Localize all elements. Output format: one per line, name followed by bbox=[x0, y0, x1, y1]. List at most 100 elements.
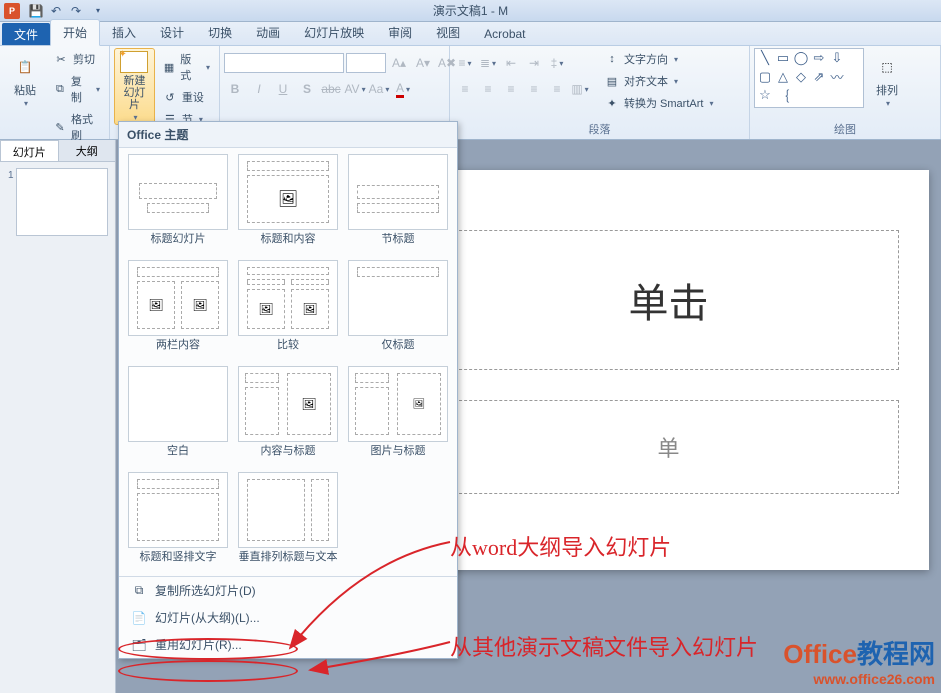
strike-button[interactable]: abc bbox=[320, 78, 342, 100]
slide-number: 1 bbox=[8, 170, 14, 181]
shape-diamond-icon[interactable]: ◇ bbox=[793, 70, 809, 84]
annotation-text-2: 从其他演示文稿文件导入幻灯片 bbox=[450, 630, 758, 662]
shape-curve-icon[interactable]: 〰 bbox=[829, 70, 845, 84]
shape-arrowdown-icon[interactable]: ⇩ bbox=[829, 51, 845, 65]
shadow-button[interactable]: S bbox=[296, 78, 318, 100]
cut-button[interactable]: ✂剪切 bbox=[48, 48, 105, 70]
font-color-icon[interactable]: A▾ bbox=[392, 78, 414, 100]
layout-content-caption[interactable]: 🖼 内容与标题 bbox=[235, 366, 341, 468]
quick-access-toolbar: 💾 ↶ ↷ ▾ bbox=[28, 3, 106, 19]
text-direction-icon: ↕ bbox=[604, 51, 620, 67]
shape-brace-icon[interactable]: ｛ bbox=[775, 88, 791, 102]
title-placeholder[interactable]: 单击 bbox=[439, 230, 899, 370]
group-clipboard: 📋 粘贴 ▾ ✂剪切 ⧉复制▾ ✎格式刷 剪贴板 bbox=[0, 46, 110, 139]
justify-icon[interactable]: ≡ bbox=[523, 78, 545, 100]
group-paragraph: ≡▾ ≣▾ ⇤ ⇥ ‡▾ ≡ ≡ ≡ ≡ ≡ ▥▾ ↕文字方向▾ ▤对齐文本▾ bbox=[450, 46, 750, 139]
shape-arrow-icon[interactable]: ⇨ bbox=[811, 51, 827, 65]
layout-vertical-title-text[interactable]: 垂直排列标题与文本 bbox=[235, 472, 341, 574]
tab-review[interactable]: 审阅 bbox=[376, 20, 424, 45]
italic-button[interactable]: I bbox=[248, 78, 270, 100]
distribute-icon[interactable]: ≡ bbox=[546, 78, 568, 100]
tab-acrobat[interactable]: Acrobat bbox=[472, 23, 537, 45]
slide[interactable]: 单击 单 bbox=[409, 170, 929, 570]
slides-tab[interactable]: 幻灯片 bbox=[0, 140, 59, 161]
layout-title-slide[interactable]: 标题幻灯片 bbox=[125, 154, 231, 256]
shape-oval-icon[interactable]: ◯ bbox=[793, 51, 809, 65]
font-family-combo[interactable] bbox=[224, 53, 344, 73]
tab-transitions[interactable]: 切换 bbox=[196, 20, 244, 45]
line-spacing-icon[interactable]: ‡▾ bbox=[546, 52, 568, 74]
layout-title-content[interactable]: 🖼 标题和内容 bbox=[235, 154, 341, 256]
smartart-button[interactable]: ✦转换为 SmartArt▾ bbox=[599, 92, 718, 114]
smartart-icon: ✦ bbox=[604, 95, 620, 111]
align-right-icon[interactable]: ≡ bbox=[500, 78, 522, 100]
change-case-icon[interactable]: Aa▾ bbox=[368, 78, 390, 100]
qat-dropdown-icon[interactable]: ▾ bbox=[90, 3, 106, 19]
tab-file[interactable]: 文件 bbox=[2, 23, 50, 45]
grow-font-icon[interactable]: A▴ bbox=[388, 52, 410, 74]
redo-icon[interactable]: ↷ bbox=[68, 3, 84, 19]
shape-triangle-icon[interactable]: △ bbox=[775, 70, 791, 84]
outline-icon: 📄 bbox=[131, 610, 147, 626]
tab-view[interactable]: 视图 bbox=[424, 20, 472, 45]
columns-icon[interactable]: ▥▾ bbox=[569, 78, 591, 100]
layout-title-vertical-text[interactable]: 标题和竖排文字 bbox=[125, 472, 231, 574]
cut-icon: ✂ bbox=[53, 51, 69, 67]
slides-panel: 幻灯片 大纲 1 bbox=[0, 140, 116, 693]
bullets-icon[interactable]: ≡▾ bbox=[454, 52, 476, 74]
copy-button[interactable]: ⧉复制▾ bbox=[48, 70, 105, 108]
align-text-button[interactable]: ▤对齐文本▾ bbox=[599, 70, 718, 92]
copy-icon: ⧉ bbox=[53, 81, 67, 97]
layout-comparison[interactable]: 🖼🖼 比较 bbox=[235, 260, 341, 362]
shape-arrow2-icon[interactable]: ⇗ bbox=[811, 70, 827, 84]
shrink-font-icon[interactable]: A▾ bbox=[412, 52, 434, 74]
outline-tab[interactable]: 大纲 bbox=[59, 140, 116, 161]
app-icon: P bbox=[4, 3, 20, 19]
reset-icon: ↺ bbox=[162, 89, 178, 105]
annotation-text-1: 从word大纲导入幻灯片 bbox=[450, 530, 671, 562]
char-spacing-icon[interactable]: AV▾ bbox=[344, 78, 366, 100]
layout-blank[interactable]: 空白 bbox=[125, 366, 231, 468]
tab-animations[interactable]: 动画 bbox=[244, 20, 292, 45]
arrange-button[interactable]: ⬚ 排列 ▾ bbox=[866, 48, 908, 111]
watermark: Office教程网 www.office26.com bbox=[783, 634, 935, 687]
layout-title-only[interactable]: 仅标题 bbox=[345, 260, 451, 362]
layout-picture-caption[interactable]: 🖼 图片与标题 bbox=[345, 366, 451, 468]
gallery-header: Office 主题 bbox=[119, 122, 457, 148]
shape-line-icon[interactable]: ╲ bbox=[757, 51, 773, 65]
shape-star-icon[interactable]: ☆ bbox=[757, 88, 773, 102]
undo-icon[interactable]: ↶ bbox=[48, 3, 64, 19]
reset-button[interactable]: ↺重设 bbox=[157, 86, 215, 108]
shape-rect-icon[interactable]: ▭ bbox=[775, 51, 791, 65]
underline-button[interactable]: U bbox=[272, 78, 294, 100]
new-slide-button[interactable]: ✦ 新建 幻灯片 ▾ bbox=[114, 48, 155, 125]
layout-button[interactable]: ▦版式▾ bbox=[157, 48, 215, 86]
slides-from-outline-item[interactable]: 📄幻灯片(从大纲)(L)... bbox=[119, 604, 457, 631]
layout-icon: ▦ bbox=[162, 59, 176, 75]
align-left-icon[interactable]: ≡ bbox=[454, 78, 476, 100]
tab-slideshow[interactable]: 幻灯片放映 bbox=[292, 20, 376, 45]
shapes-gallery[interactable]: ╲ ▭ ◯ ⇨ ⇩ ▢ △ ◇ ⇗ 〰 ☆ ｛ bbox=[754, 48, 864, 108]
increase-indent-icon[interactable]: ⇥ bbox=[523, 52, 545, 74]
decrease-indent-icon[interactable]: ⇤ bbox=[500, 52, 522, 74]
layout-two-content[interactable]: 🖼🖼 两栏内容 bbox=[125, 260, 231, 362]
tab-home[interactable]: 开始 bbox=[50, 19, 100, 46]
tab-insert[interactable]: 插入 bbox=[100, 20, 148, 45]
group-label-drawing: 绘图 bbox=[754, 119, 936, 139]
paste-button[interactable]: 📋 粘贴 ▾ bbox=[4, 48, 46, 111]
brush-icon: ✎ bbox=[53, 119, 67, 135]
save-icon[interactable]: 💾 bbox=[28, 3, 44, 19]
bold-button[interactable]: B bbox=[224, 78, 246, 100]
shape-rrect-icon[interactable]: ▢ bbox=[757, 70, 773, 84]
slide-thumbnail[interactable] bbox=[16, 168, 108, 236]
duplicate-slides-item[interactable]: ⧉复制所选幻灯片(D) bbox=[119, 577, 457, 604]
align-center-icon[interactable]: ≡ bbox=[477, 78, 499, 100]
tab-design[interactable]: 设计 bbox=[148, 20, 196, 45]
text-direction-button[interactable]: ↕文字方向▾ bbox=[599, 48, 718, 70]
arrange-icon: ⬚ bbox=[871, 51, 903, 83]
layout-section-header[interactable]: 节标题 bbox=[345, 154, 451, 256]
numbering-icon[interactable]: ≣▾ bbox=[477, 52, 499, 74]
font-size-combo[interactable] bbox=[346, 53, 386, 73]
subtitle-placeholder[interactable]: 单 bbox=[439, 400, 899, 494]
ribbon-tabs: 文件 开始 插入 设计 切换 动画 幻灯片放映 审阅 视图 Acrobat bbox=[0, 22, 941, 46]
